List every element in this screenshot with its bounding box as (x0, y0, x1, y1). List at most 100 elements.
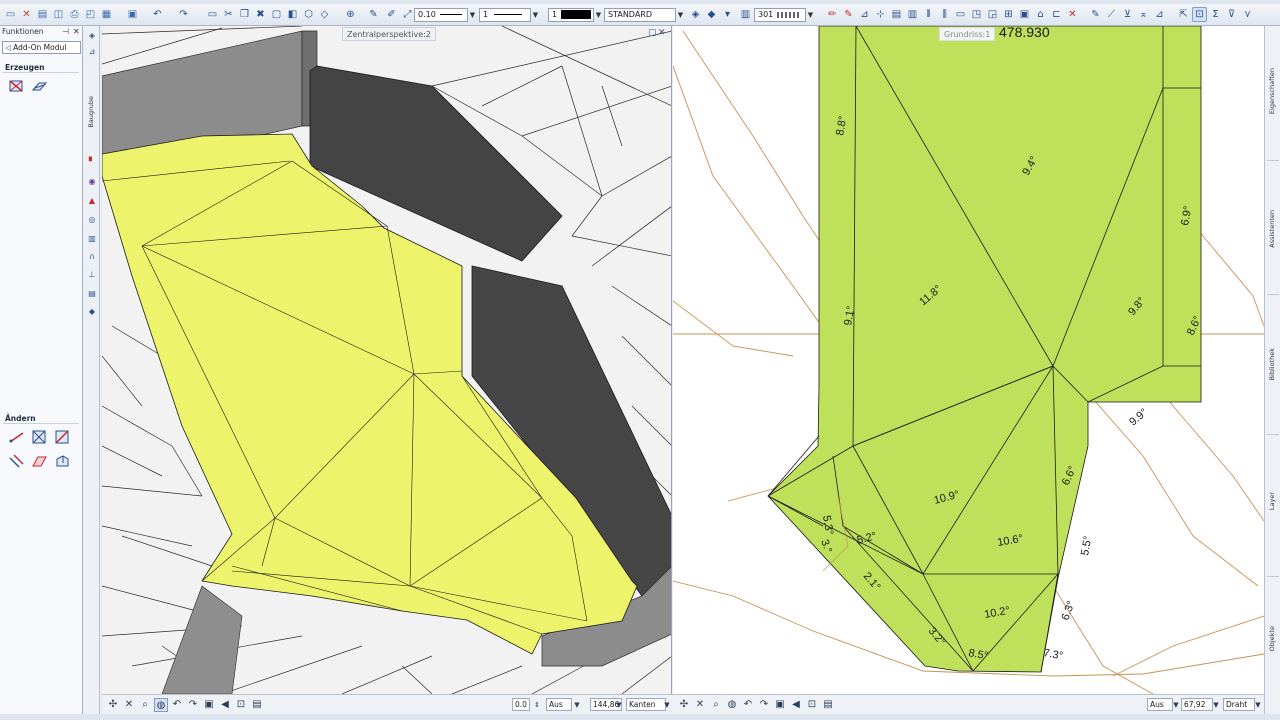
tab-properties[interactable]: Eigenschaften (1268, 68, 1276, 114)
filter-options-icon[interactable]: ⋎ (1240, 7, 1255, 22)
plan-navigate-icon[interactable]: ✣ (677, 698, 691, 712)
window-layout-icon[interactable]: ▤ (250, 698, 264, 712)
module-select[interactable]: ◁ Add-On Modul (2, 41, 81, 54)
roof-icon[interactable]: ⌂ (1033, 7, 1048, 22)
tab-assistants[interactable]: Assistenten (1268, 210, 1276, 248)
layout-icon[interactable]: ▭ (205, 7, 220, 22)
brush-icon[interactable]: ✐ (384, 7, 399, 22)
plan-undo-icon[interactable]: ↶ (741, 698, 755, 712)
strip-diamond-icon[interactable]: ◆ (86, 306, 98, 318)
strip-chart-icon[interactable]: ▥ (86, 233, 98, 245)
stair-icon[interactable]: ⊏ (1049, 7, 1064, 22)
area-icon[interactable]: ⊿ (1152, 7, 1167, 22)
layer-visibility-icon[interactable]: ▾ (720, 7, 735, 22)
color-field[interactable]: 1 (548, 8, 594, 22)
scale-field[interactable]: 301 (754, 8, 806, 22)
view-settings-icon[interactable]: ▣ (202, 698, 216, 712)
plan-zoom-dropdown-icon[interactable]: ▼ (1209, 698, 1223, 712)
sum-icon[interactable]: Σ (1208, 7, 1223, 22)
plan-zoom-extents-icon[interactable]: ✕ (693, 698, 707, 712)
strip-top-icon[interactable]: ◈ (86, 30, 98, 42)
zoom-icon[interactable]: ⊕ (343, 7, 358, 22)
perspective-viewport[interactable]: Zentralperspektive:2 ▢ ✕ (102, 26, 672, 694)
plan-redo-icon[interactable]: ↷ (757, 698, 771, 712)
orbit-icon[interactable]: ◍ (154, 698, 168, 712)
create-pit-button[interactable] (8, 78, 25, 94)
line-icon[interactable]: ⟋ (1104, 7, 1119, 22)
filter-icon[interactable]: ⊽ (1224, 7, 1239, 22)
modify-surface-button[interactable] (31, 453, 48, 469)
plan-viewport[interactable]: 8.8° 9.4° 6.9° 9.1° 11.8° 9.8° 8.6° 9.9°… (673, 26, 1264, 694)
tile-icon[interactable]: ◧ (285, 7, 300, 22)
strip-target-icon[interactable]: ◎ (86, 214, 98, 226)
modify-area-button[interactable] (31, 429, 48, 445)
cut-icon[interactable]: ✂ (221, 7, 236, 22)
wall-icon[interactable]: ▥ (905, 7, 920, 22)
view-redo-icon[interactable]: ↷ (186, 698, 200, 712)
strip-warning-icon[interactable]: ▲ (86, 195, 98, 207)
layer-dropdown-icon[interactable]: ▼ (676, 8, 685, 22)
plan-orbit-icon[interactable]: ◍ (725, 698, 739, 712)
perspective-mode-dropdown-icon[interactable]: ▼ (570, 698, 584, 712)
create-slope-button[interactable] (31, 78, 48, 94)
text-icon[interactable]: ⌅ (1136, 7, 1151, 22)
plan-settings-icon[interactable]: ▣ (773, 698, 787, 712)
pen-thickness-dropdown-icon[interactable]: ▼ (468, 8, 477, 22)
pattern-icon[interactable]: ▥ (738, 7, 753, 22)
close-icon[interactable]: ✕ (19, 7, 34, 22)
plan-canvas[interactable]: 8.8° 9.4° 6.9° 9.1° 11.8° 9.8° 8.6° 9.9°… (673, 26, 1264, 694)
modify-line-button[interactable] (8, 429, 25, 445)
preview-icon[interactable]: ◰ (83, 7, 98, 22)
strip-axis-icon[interactable]: ⊥ (86, 269, 98, 281)
image-icon[interactable]: ▣ (125, 7, 140, 22)
dimension-icon[interactable]: ⊻ (1120, 7, 1135, 22)
print-icon[interactable]: ⎙ (67, 7, 82, 22)
measure-icon[interactable]: ⊿ (857, 7, 872, 22)
strip-red-icon[interactable]: ▘ (86, 156, 98, 168)
angle-spin-icon[interactable]: ⇕ (530, 698, 544, 712)
zoom-extents-icon[interactable]: ✕ (122, 698, 136, 712)
grid-icon[interactable]: ▤ (889, 7, 904, 22)
strip-arch-icon[interactable]: ∩ (86, 251, 98, 263)
door-icon[interactable]: ◲ (985, 7, 1000, 22)
layer-filter-icon[interactable]: ◆ (704, 7, 719, 22)
perspective-maximize-icon[interactable]: ▢ (648, 28, 657, 38)
plan-camera-icon[interactable]: ◀ (789, 698, 803, 712)
eyedropper-icon[interactable]: ⤢ (400, 7, 415, 22)
strip-sphere-icon[interactable]: ◉ (86, 176, 98, 188)
print-preview-icon[interactable]: ▦ (99, 7, 114, 22)
snap-icon[interactable]: ⊹ (873, 7, 888, 22)
view-undo-icon[interactable]: ↶ (170, 698, 184, 712)
panel-close-icon[interactable]: ✕ (73, 26, 80, 38)
perspective-zoom-dropdown-icon[interactable]: ▼ (612, 698, 626, 712)
plan-fit-icon[interactable]: ⊡ (805, 698, 819, 712)
undo-icon[interactable]: ↶ (150, 7, 165, 22)
line-type-dropdown-icon[interactable]: ▼ (531, 8, 540, 22)
plan-display-dropdown-icon[interactable]: ▼ (1251, 698, 1265, 712)
tab-layer[interactable]: Layer (1268, 492, 1276, 510)
window-element-icon[interactable]: ⊞ (1001, 7, 1016, 22)
tab-objects[interactable]: Objekte (1268, 626, 1276, 651)
cancel-icon[interactable]: ✕ (1065, 7, 1080, 22)
modify-pit-button[interactable] (54, 429, 71, 445)
zoom-window-icon[interactable]: ⌕ (138, 698, 152, 712)
pen-thickness-field[interactable]: 0.10 (414, 8, 468, 22)
window-icon[interactable]: ▢ (269, 7, 284, 22)
strip-grid-icon[interactable]: ▤ (86, 288, 98, 300)
redo-icon[interactable]: ↷ (176, 7, 191, 22)
perspective-canvas[interactable] (102, 26, 672, 694)
red-pen-icon[interactable]: ✏ (825, 7, 840, 22)
red-marker-icon[interactable]: ✎ (841, 7, 856, 22)
delete-icon[interactable]: ✖ (253, 7, 268, 22)
strip-slope-icon[interactable]: ⊿ (86, 46, 98, 58)
pencil-icon[interactable]: ✎ (1088, 7, 1103, 22)
scale-dropdown-icon[interactable]: ▼ (806, 8, 815, 22)
perspective-close-icon[interactable]: ✕ (658, 28, 666, 38)
pin-icon[interactable]: ⊣ (62, 26, 69, 38)
plan-layout-icon[interactable]: ▤ (821, 698, 835, 712)
line-type-field[interactable]: 1 (479, 8, 531, 22)
window-select-icon[interactable]: ⊡ (1192, 7, 1207, 22)
room-icon[interactable]: ▣ (1017, 7, 1032, 22)
tab-library[interactable]: Bibliothek (1268, 348, 1276, 380)
color-dropdown-icon[interactable]: ▼ (594, 8, 603, 22)
